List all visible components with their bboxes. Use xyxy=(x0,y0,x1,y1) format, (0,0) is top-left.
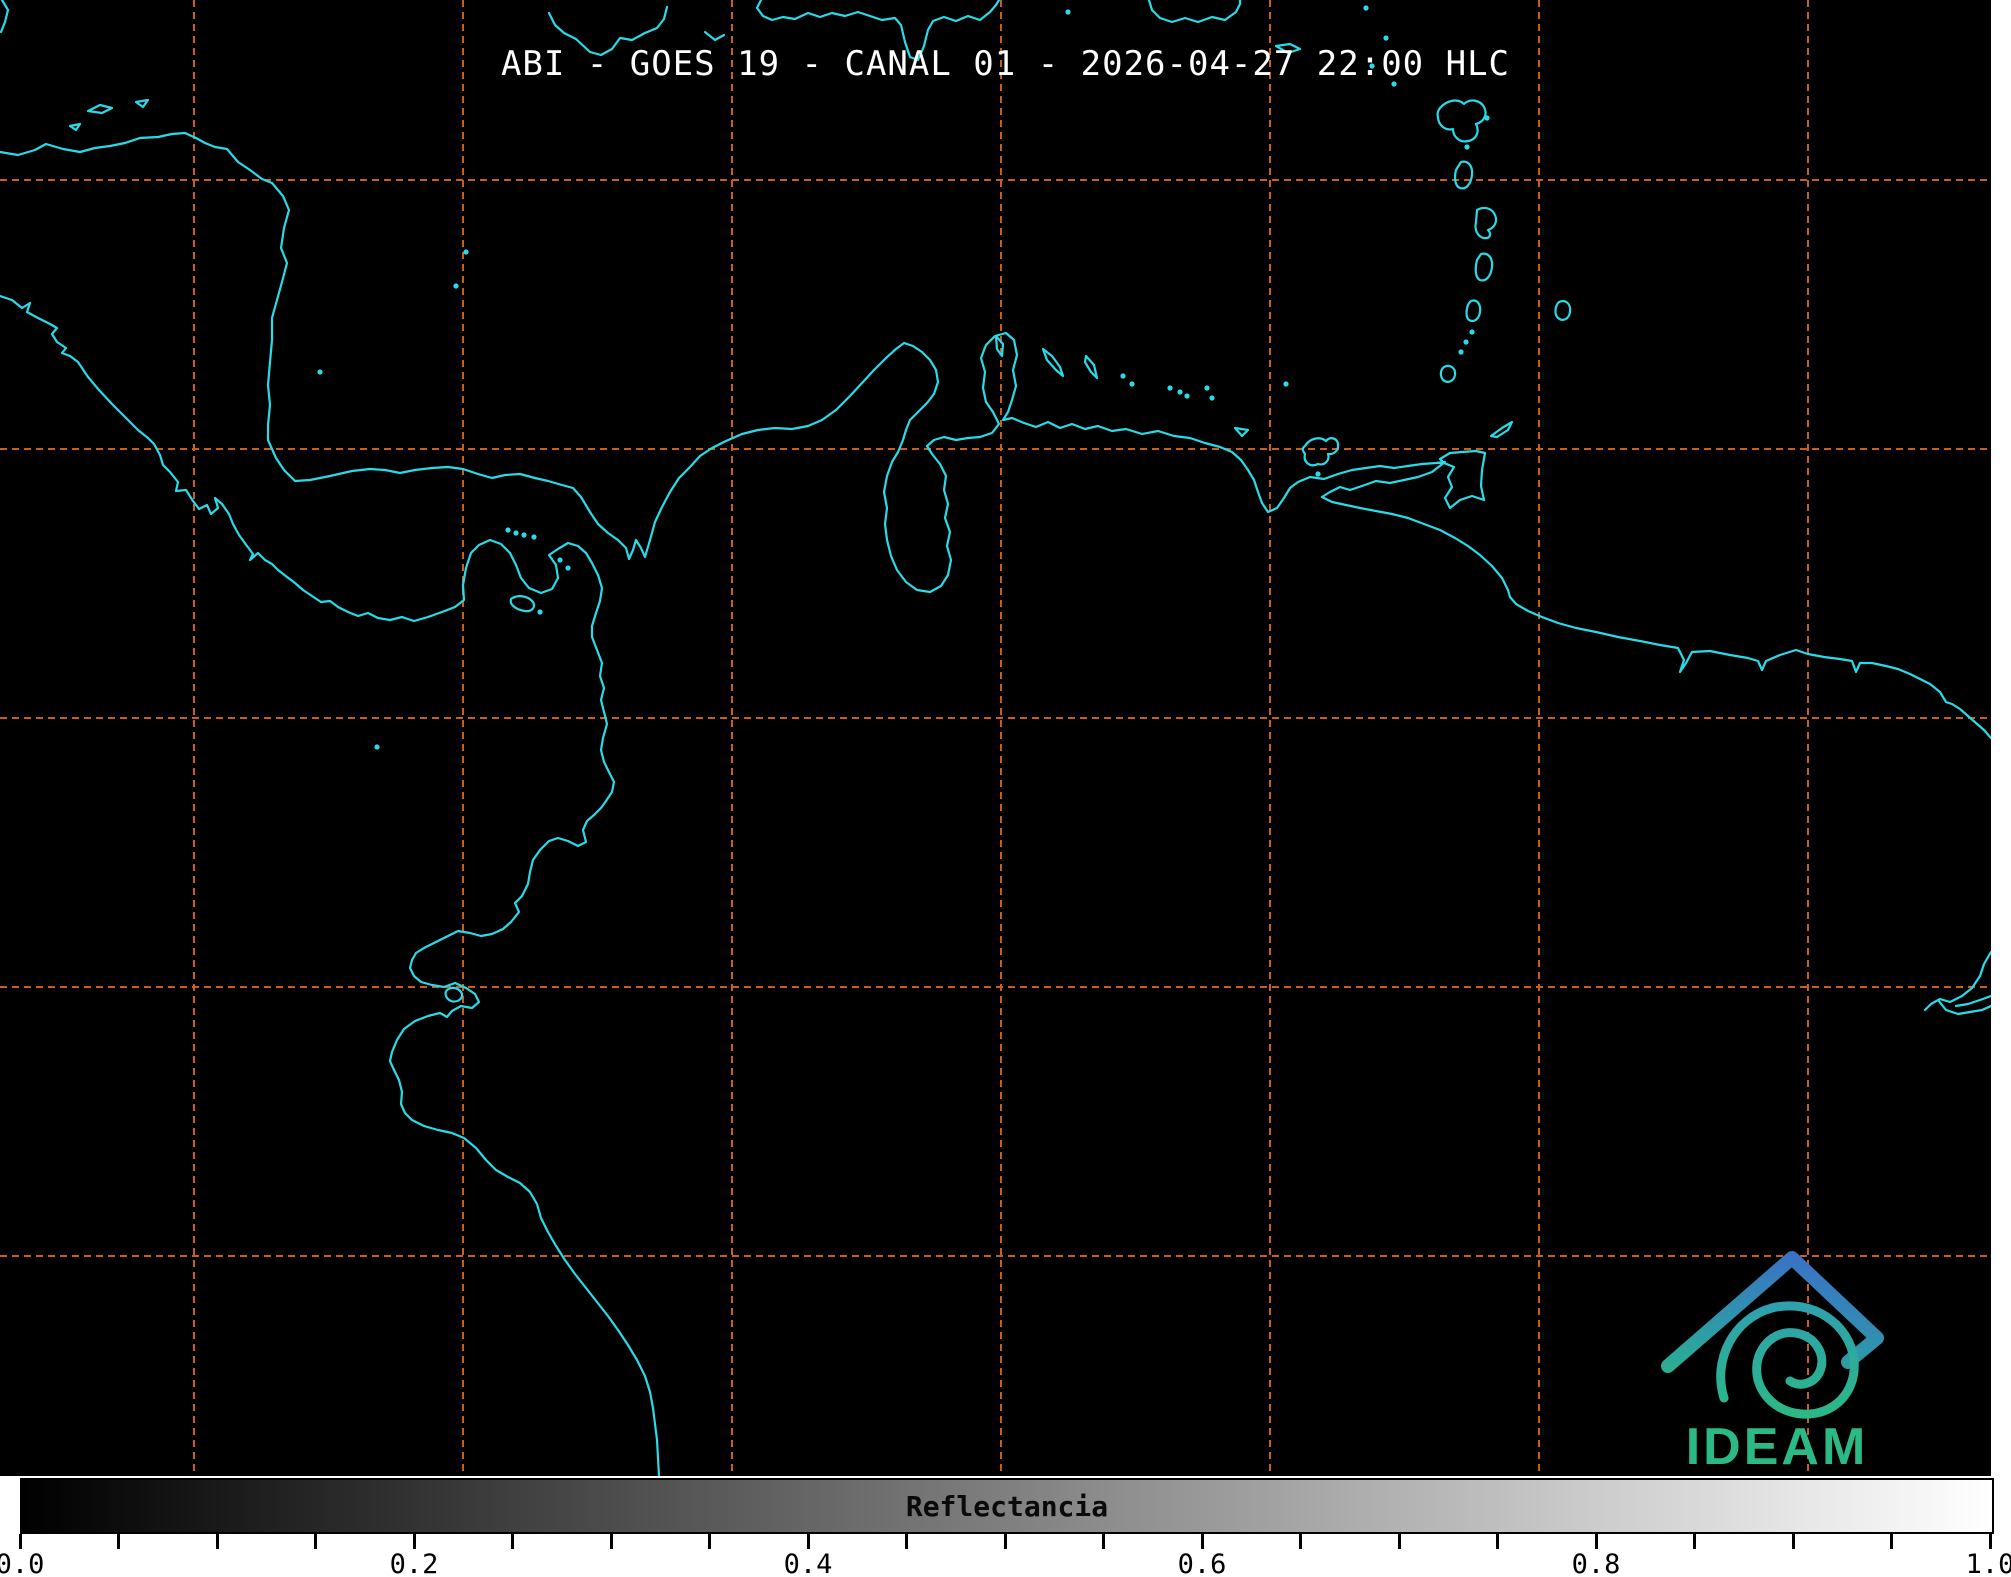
colorbar-tick-label: 1.0 xyxy=(1950,1549,2011,1577)
colorbar-tick-label: 0.0 xyxy=(0,1549,60,1577)
island-dot xyxy=(537,609,542,614)
island-dot xyxy=(1065,9,1070,14)
colorbar-tick xyxy=(1496,1534,1499,1549)
latlon-grid xyxy=(0,0,1991,1476)
coastline-path xyxy=(1475,208,1496,238)
island-dot xyxy=(1484,115,1489,120)
island-dot xyxy=(1383,35,1388,40)
colorbar-tick xyxy=(905,1534,908,1549)
coastline-path xyxy=(1938,1000,1991,1014)
logo-text: IDEAM xyxy=(1686,1418,1869,1476)
colorbar-label: Reflectancia xyxy=(22,1490,1992,1523)
colorbar-tick-label: 0.6 xyxy=(1162,1549,1242,1577)
coastline-path xyxy=(0,296,659,1476)
island-dot xyxy=(1120,373,1125,378)
coastline-path xyxy=(1555,301,1570,320)
colorbar-tick xyxy=(807,1534,810,1549)
island-dot xyxy=(1184,393,1189,398)
island-dot xyxy=(565,565,570,570)
island-dot xyxy=(1458,349,1463,354)
colorbar-tick xyxy=(216,1534,219,1549)
coastline-path xyxy=(1441,366,1455,382)
colorbar-tick xyxy=(1595,1534,1598,1549)
colorbar-tick xyxy=(314,1534,317,1549)
colorbar-tick xyxy=(511,1534,514,1549)
coastline-path xyxy=(70,124,80,130)
colorbar-tick-label: 0.8 xyxy=(1556,1549,1636,1577)
coastline-path xyxy=(1043,349,1063,376)
coastline-path xyxy=(1085,356,1097,378)
coastline-path xyxy=(1,0,8,32)
island-dot xyxy=(1129,381,1134,386)
colorbar-tick xyxy=(610,1534,613,1549)
colorbar-tick xyxy=(413,1534,416,1549)
colorbar-tick xyxy=(1890,1534,1893,1549)
colorbar-tick xyxy=(1398,1534,1401,1549)
coastline-path xyxy=(1303,438,1338,465)
ideam-logo: IDEAM xyxy=(1668,1258,1877,1476)
coastlines xyxy=(0,0,1991,1476)
island-dot xyxy=(1209,395,1214,400)
colorbar-tick-label: 0.4 xyxy=(768,1549,848,1577)
island-dots xyxy=(317,5,1489,749)
island-dot xyxy=(1283,381,1288,386)
map-title: ABI - GOES 19 - CANAL 01 - 2026-04-27 22… xyxy=(0,44,1991,84)
colorbar-tick xyxy=(1299,1534,1302,1549)
coastline-path xyxy=(705,32,724,40)
coastline-path xyxy=(1149,0,1240,22)
island-dot xyxy=(557,557,562,562)
coastline-path xyxy=(1476,254,1492,281)
satellite-map: IDEAM ABI - GOES 19 - CANAL 01 - 2026-04… xyxy=(0,0,1991,1476)
island-dot xyxy=(1177,389,1182,394)
coastline-path xyxy=(1440,451,1485,508)
island-dot xyxy=(513,530,518,535)
map-canvas: IDEAM xyxy=(0,0,1991,1476)
colorbar-tick-label: 0.2 xyxy=(374,1549,454,1577)
island-dot xyxy=(463,249,468,254)
island-dot xyxy=(1463,339,1468,344)
island-dot xyxy=(1363,5,1368,10)
island-dot xyxy=(1167,385,1172,390)
coastline-path xyxy=(1438,100,1486,141)
reflectance-colorbar: Reflectancia xyxy=(20,1478,1994,1534)
island-dot xyxy=(1204,385,1209,390)
island-dot xyxy=(317,369,322,374)
coastline-path xyxy=(1925,952,1991,1010)
island-dot xyxy=(521,532,526,537)
coastline-path xyxy=(136,100,148,107)
coastline-path xyxy=(1467,301,1481,321)
island-dot xyxy=(453,283,458,288)
colorbar-tick xyxy=(19,1534,22,1549)
coastline-path xyxy=(1235,428,1248,436)
colorbar-tick xyxy=(1201,1534,1204,1549)
colorbar-tick xyxy=(1792,1534,1795,1549)
island-dot xyxy=(1315,471,1320,476)
island-dot xyxy=(1464,144,1469,149)
colorbar-tick xyxy=(708,1534,711,1549)
colorbar-tick xyxy=(117,1534,120,1549)
coastline-path xyxy=(88,105,112,113)
coastline-path xyxy=(0,133,1991,738)
colorbar-tick xyxy=(1989,1534,1992,1549)
colorbar-tick xyxy=(1004,1534,1007,1549)
island-dot xyxy=(531,534,536,539)
island-dot xyxy=(1469,329,1474,334)
island-dot xyxy=(505,527,510,532)
island-dot xyxy=(374,744,379,749)
coastline-path xyxy=(511,596,534,611)
colorbar-tick xyxy=(1102,1534,1105,1549)
coastline-path xyxy=(1491,422,1512,437)
colorbar-tick xyxy=(1693,1534,1696,1549)
logo-spiral-icon xyxy=(1721,1306,1855,1414)
satellite-image-page: IDEAM ABI - GOES 19 - CANAL 01 - 2026-04… xyxy=(0,0,2011,1577)
coastline-path xyxy=(1455,162,1472,189)
coastline-path xyxy=(446,988,463,1002)
